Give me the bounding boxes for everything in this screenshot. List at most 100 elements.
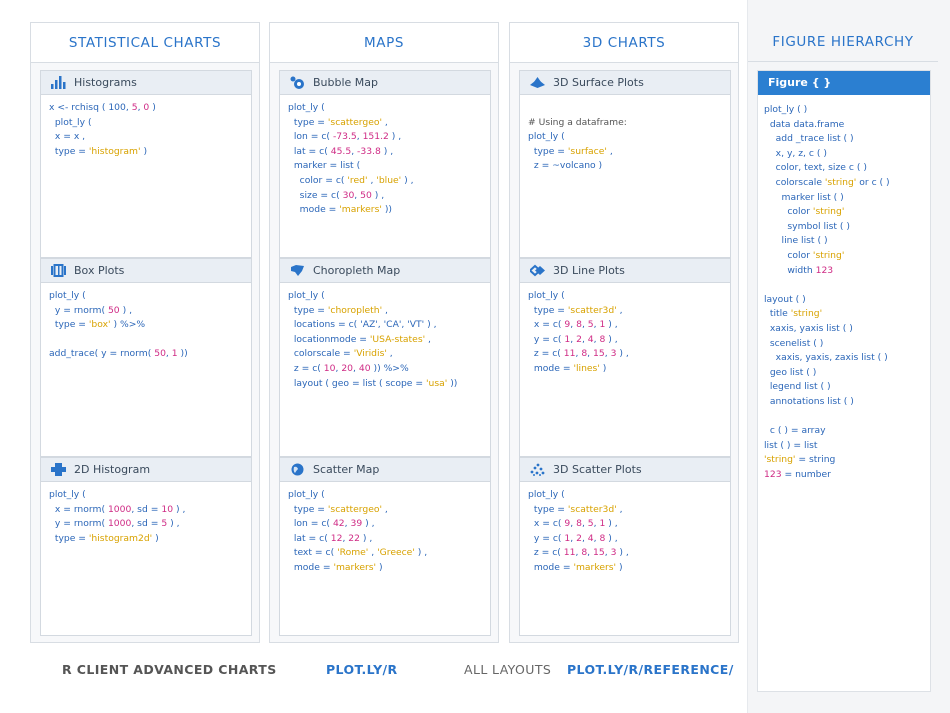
code-line: y = c( 1, 2, 4, 8 ) , xyxy=(528,532,618,544)
surface-icon xyxy=(529,76,545,90)
code-line: plot_ly ( xyxy=(49,116,92,128)
card-title: 3D Line Plots xyxy=(553,264,625,277)
line-3d-icon xyxy=(529,264,545,278)
card-histograms: Histograms x <- rchisq ( 100, 5, 0 ) plo… xyxy=(40,70,252,258)
card-3d-scatter: 3D Scatter Plots plot_ly ( type = 'scatt… xyxy=(519,457,731,636)
code-line: text = c( 'Rome' , 'Greece' ) , xyxy=(288,547,428,559)
code-line: type = 'histogram' ) xyxy=(49,145,148,157)
code-line: lat = c( 12, 22 ) , xyxy=(288,532,373,544)
code-block: plot_ly ( x = rnorm( 1000, sd = 10 ) , y… xyxy=(41,482,251,552)
code-line: add _trace list ( ) xyxy=(764,133,854,145)
code-line: y = c( 1, 2, 4, 8 ) , xyxy=(528,333,618,345)
card-scatter-map: Scatter Map plot_ly ( type = 'scattergeo… xyxy=(279,457,491,636)
code-line: mode = 'lines' ) xyxy=(528,362,607,374)
code-line: plot_ly ( xyxy=(528,131,565,143)
code-line: annotations list ( ) xyxy=(764,395,854,407)
code-line: plot_ly ( xyxy=(528,489,565,500)
card-choropleth-map: Choropleth Map plot_ly ( type = 'choropl… xyxy=(279,258,491,457)
code-line: mode = 'markers' )) xyxy=(288,204,392,216)
code-line: x = c( 9, 8, 5, 1 ) , xyxy=(528,319,618,331)
figure-hierarchy-panel: FIGURE HIERARCHY Figure { } plot_ly ( ) … xyxy=(747,0,950,713)
code-line: size = c( 30, 50 ) , xyxy=(288,189,385,201)
histogram-icon xyxy=(50,76,66,90)
code-line: locationmode = 'USA-states' , xyxy=(288,333,431,345)
code-line: xaxis, yaxis list ( ) xyxy=(764,322,853,334)
code-line: type = 'scatter3d' , xyxy=(528,304,623,316)
choropleth-icon xyxy=(289,264,305,278)
card-title: Histograms xyxy=(74,76,137,89)
card-title: 2D Histogram xyxy=(74,463,151,476)
code-line: x = rnorm( 1000, sd = 10 ) , xyxy=(49,503,186,515)
code-line: type = 'scattergeo' , xyxy=(288,503,388,515)
code-line: lon = c( -73.5, 151.2 ) , xyxy=(288,131,402,143)
hierarchy-tree: plot_ly ( ) data data.frame add _trace l… xyxy=(758,95,930,490)
code-line: color, text, size c ( ) xyxy=(764,162,867,174)
code-line: c ( ) = array xyxy=(764,425,826,437)
footer-label-layouts: ALL LAYOUTS xyxy=(464,662,552,677)
code-line: 123 = number xyxy=(764,468,831,480)
card-title: 3D Scatter Plots xyxy=(553,463,642,476)
code-block: x <- rchisq ( 100, 5, 0 ) plot_ly ( x = … xyxy=(41,95,251,165)
code-line: width 123 xyxy=(764,264,834,276)
code-line: list ( ) = list xyxy=(764,439,818,451)
code-block: # Using a dataframe: plot_ly ( type = 'su… xyxy=(520,95,730,180)
code-line: marker = list ( xyxy=(288,160,361,172)
code-line: mode = 'markers' ) xyxy=(288,561,383,573)
code-line: x = x , xyxy=(49,131,86,143)
code-line: data data.frame xyxy=(764,118,845,130)
code-line: x = c( 9, 8, 5, 1 ) , xyxy=(528,518,618,530)
code-line: line list ( ) xyxy=(764,235,828,247)
code-line: x, y, z, c ( ) xyxy=(764,147,827,159)
column-3d-charts: 3D CHARTS 3D Surface Plots # Using a dat… xyxy=(509,22,739,643)
code-line: colorscale 'string' or c ( ) xyxy=(764,176,890,188)
code-line: add_trace( y = rnorm( 50, 1 )) xyxy=(49,348,188,360)
column-title: 3D CHARTS xyxy=(510,23,738,63)
code-line: xaxis, yaxis, zaxis list ( ) xyxy=(764,352,888,364)
bubble-map-icon xyxy=(289,76,305,90)
code-line: plot_ly ( xyxy=(288,290,325,301)
scatter-3d-icon xyxy=(529,463,545,477)
code-line: type = 'scatter3d' , xyxy=(528,503,623,515)
code-line: type = 'surface' , xyxy=(528,145,613,157)
code-block: plot_ly ( type = 'choropleth' , location… xyxy=(280,283,490,397)
heatmap-icon xyxy=(50,463,66,477)
footer-link-plotly-r[interactable]: PLOT.LY/R xyxy=(326,662,398,677)
code-block: plot_ly ( y = rnorm( 50 ) , type = 'box'… xyxy=(41,283,251,368)
code-line: locations = c( 'AZ', 'CA', 'VT' ) , xyxy=(288,319,437,331)
code-line: plot_ly ( xyxy=(49,489,86,500)
footer-link-reference[interactable]: PLOT.LY/R/REFERENCE/ xyxy=(567,662,734,677)
code-line: lon = c( 42, 39 ) , xyxy=(288,518,375,530)
code-line: y = rnorm( 50 ) , xyxy=(49,304,133,316)
card-title: Box Plots xyxy=(74,264,125,277)
code-line: plot_ly ( xyxy=(288,489,325,500)
code-line: 'string' = string xyxy=(764,454,836,466)
code-line: type = 'box' ) %>% xyxy=(49,319,146,331)
code-line: scenelist ( ) xyxy=(764,337,824,349)
globe-icon xyxy=(289,463,305,477)
code-line: plot_ly ( xyxy=(528,290,565,301)
column-title: MAPS xyxy=(270,23,498,63)
code-line: type = 'choropleth' , xyxy=(288,304,388,316)
hierarchy-card: Figure { } plot_ly ( ) data data.frame a… xyxy=(757,70,931,692)
column-title: STATISTICAL CHARTS xyxy=(31,23,259,63)
code-line: layout ( geo = list ( scope = 'usa' )) xyxy=(288,377,458,389)
code-block: plot_ly ( type = 'scatter3d' , x = c( 9,… xyxy=(520,482,730,582)
code-block: plot_ly ( type = 'scatter3d' , x = c( 9,… xyxy=(520,283,730,383)
code-line: plot_ly ( ) xyxy=(764,104,808,115)
code-line: z = c( 11, 8, 15, 3 ) , xyxy=(528,547,629,559)
code-line: colorscale = 'Viridis' , xyxy=(288,348,393,360)
code-line: marker list ( ) xyxy=(764,191,844,203)
code-line: plot_ly ( xyxy=(49,290,86,301)
code-line: title 'string' xyxy=(764,308,823,320)
card-title: Scatter Map xyxy=(313,463,380,476)
code-line: symbol list ( ) xyxy=(764,220,850,232)
code-block: plot_ly ( type = 'scattergeo' , lon = c(… xyxy=(280,482,490,582)
code-line: lat = c( 45.5, -33.8 ) , xyxy=(288,145,394,157)
code-line: type = 'scattergeo' , xyxy=(288,116,388,128)
code-line: # Using a dataframe: xyxy=(528,116,627,128)
code-line: z = c( 11, 8, 15, 3 ) , xyxy=(528,348,629,360)
code-line: color 'string' xyxy=(764,206,845,218)
